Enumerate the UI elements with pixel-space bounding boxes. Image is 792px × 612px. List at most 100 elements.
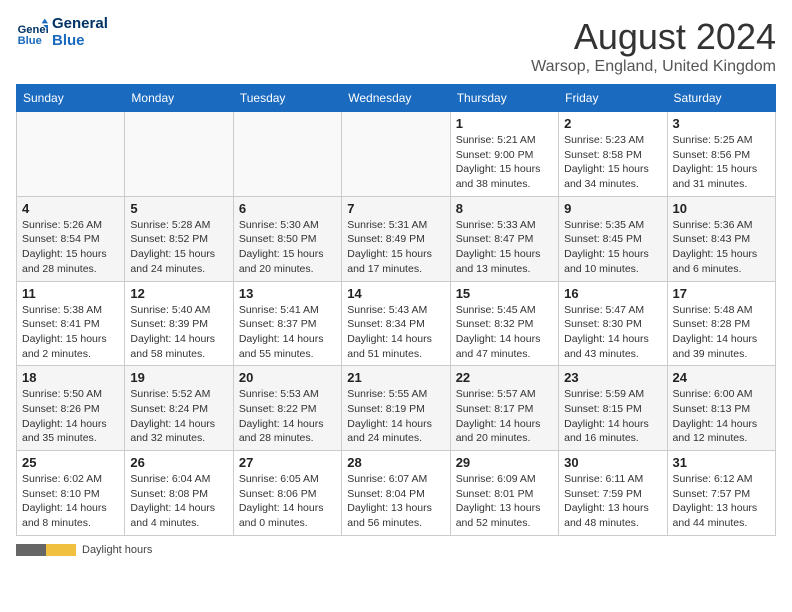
- day-info: Sunrise: 6:00 AMSunset: 8:13 PMDaylight:…: [673, 387, 770, 446]
- calendar-cell: 22Sunrise: 5:57 AMSunset: 8:17 PMDayligh…: [450, 366, 558, 451]
- legend-day: [46, 544, 76, 556]
- day-number: 30: [564, 455, 661, 470]
- title-area: August 2024 Warsop, England, United King…: [531, 16, 776, 76]
- location: Warsop, England, United Kingdom: [531, 58, 776, 76]
- calendar-header-wednesday: Wednesday: [342, 85, 450, 112]
- calendar-cell: 20 Sunrise: 5:53 AMSunset: 8:22 PMDayligh…: [233, 366, 341, 451]
- calendar-cell: 3 Sunrise: 5:25 AMSunset: 8:56 PMDaylight…: [667, 112, 775, 197]
- calendar-cell: 28Sunrise: 6:07 AMSunset: 8:04 PMDayligh…: [342, 451, 450, 536]
- calendar-header-tuesday: Tuesday: [233, 85, 341, 112]
- calendar-cell: 7 Sunrise: 5:31 AMSunset: 8:49 PMDaylight…: [342, 196, 450, 281]
- calendar-cell: [125, 112, 233, 197]
- day-number: 8: [456, 201, 553, 216]
- calendar-cell: 4Sunrise: 5:26 AMSunset: 8:54 PMDaylight…: [17, 196, 125, 281]
- calendar-week-5: 25 Sunrise: 6:02 AMSunset: 8:10 PMDayligh…: [17, 451, 776, 536]
- day-number: 2: [564, 116, 661, 131]
- day-info: Sunrise: 5:47 AMSunset: 8:30 PMDaylight:…: [564, 303, 661, 362]
- day-info: Sunrise: 5:41 AMSunset: 8:37 PMDaylight:…: [239, 303, 336, 362]
- day-info: Sunrise: 5:26 AMSunset: 8:54 PMDaylight:…: [22, 218, 119, 277]
- day-info: Sunrise: 5:40 AMSunset: 8:39 PMDaylight:…: [130, 303, 227, 362]
- day-number: 7: [347, 201, 444, 216]
- day-info: Sunrise: 5:31 AMSunset: 8:49 PMDaylight:…: [347, 218, 444, 277]
- calendar: SundayMondayTuesdayWednesdayThursdayFrid…: [16, 84, 776, 536]
- legend-bar: [16, 544, 76, 556]
- calendar-header-row: SundayMondayTuesdayWednesdayThursdayFrid…: [17, 85, 776, 112]
- logo-icon: General Blue: [16, 17, 48, 49]
- calendar-cell: 19 Sunrise: 5:52 AMSunset: 8:24 PMDayligh…: [125, 366, 233, 451]
- calendar-week-4: 18 Sunrise: 5:50 AMSunset: 8:26 PMDayligh…: [17, 366, 776, 451]
- day-info: Sunrise: 5:30 AMSunset: 8:50 PMDaylight:…: [239, 218, 336, 277]
- day-number: 23: [564, 370, 661, 385]
- day-number: 15: [456, 286, 553, 301]
- day-info: Sunrise: 5:43 AMSunset: 8:34 PMDaylight:…: [347, 303, 444, 362]
- legend-night: [16, 544, 46, 556]
- calendar-week-2: 4Sunrise: 5:26 AMSunset: 8:54 PMDaylight…: [17, 196, 776, 281]
- calendar-week-3: 11Sunrise: 5:38 AMSunset: 8:41 PMDayligh…: [17, 281, 776, 366]
- day-number: 25: [22, 455, 119, 470]
- logo-blue: Blue: [52, 33, 108, 50]
- day-number: 20: [239, 370, 336, 385]
- day-info: Sunrise: 5:53 AMSunset: 8:22 PMDaylight:…: [239, 387, 336, 446]
- calendar-cell: 31 Sunrise: 6:12 AMSunset: 7:57 PMDayligh…: [667, 451, 775, 536]
- day-info: Sunrise: 5:33 AMSunset: 8:47 PMDaylight:…: [456, 218, 553, 277]
- logo: General Blue General Blue: [16, 16, 108, 49]
- day-info: Sunrise: 5:25 AMSunset: 8:56 PMDaylight:…: [673, 133, 770, 192]
- header: General Blue General Blue August 2024 Wa…: [16, 16, 776, 76]
- day-info: Sunrise: 6:02 AMSunset: 8:10 PMDaylight:…: [22, 472, 119, 531]
- calendar-cell: [17, 112, 125, 197]
- calendar-cell: 21 Sunrise: 5:55 AMSunset: 8:19 PMDayligh…: [342, 366, 450, 451]
- calendar-cell: 27 Sunrise: 6:05 AMSunset: 8:06 PMDayligh…: [233, 451, 341, 536]
- day-number: 27: [239, 455, 336, 470]
- day-info: Sunrise: 6:04 AMSunset: 8:08 PMDaylight:…: [130, 472, 227, 531]
- day-number: 10: [673, 201, 770, 216]
- day-info: Sunrise: 5:21 AMSunset: 9:00 PMDaylight:…: [456, 133, 553, 192]
- day-info: Sunrise: 6:07 AMSunset: 8:04 PMDaylight:…: [347, 472, 444, 531]
- day-info: Sunrise: 5:36 AMSunset: 8:43 PMDaylight:…: [673, 218, 770, 277]
- calendar-cell: 10 Sunrise: 5:36 AMSunset: 8:43 PMDayligh…: [667, 196, 775, 281]
- svg-text:General: General: [18, 24, 48, 36]
- day-info: Sunrise: 6:12 AMSunset: 7:57 PMDaylight:…: [673, 472, 770, 531]
- calendar-cell: 15Sunrise: 5:45 AMSunset: 8:32 PMDayligh…: [450, 281, 558, 366]
- month-year: August 2024: [531, 16, 776, 58]
- day-number: 13: [239, 286, 336, 301]
- calendar-cell: 5Sunrise: 5:28 AMSunset: 8:52 PMDaylight…: [125, 196, 233, 281]
- day-number: 21: [347, 370, 444, 385]
- day-info: Sunrise: 5:52 AMSunset: 8:24 PMDaylight:…: [130, 387, 227, 446]
- day-info: Sunrise: 5:59 AMSunset: 8:15 PMDaylight:…: [564, 387, 661, 446]
- day-number: 6: [239, 201, 336, 216]
- daylight-label: Daylight hours: [82, 544, 152, 556]
- day-info: Sunrise: 5:23 AMSunset: 8:58 PMDaylight:…: [564, 133, 661, 192]
- calendar-cell: 9Sunrise: 5:35 AMSunset: 8:45 PMDaylight…: [559, 196, 667, 281]
- day-number: 29: [456, 455, 553, 470]
- day-number: 19: [130, 370, 227, 385]
- svg-text:Blue: Blue: [18, 35, 42, 47]
- calendar-cell: 30Sunrise: 6:11 AMSunset: 7:59 PMDayligh…: [559, 451, 667, 536]
- day-number: 31: [673, 455, 770, 470]
- calendar-cell: 12 Sunrise: 5:40 AMSunset: 8:39 PMDayligh…: [125, 281, 233, 366]
- calendar-header-thursday: Thursday: [450, 85, 558, 112]
- calendar-cell: 8 Sunrise: 5:33 AMSunset: 8:47 PMDaylight…: [450, 196, 558, 281]
- legend: Daylight hours: [16, 544, 776, 556]
- day-number: 26: [130, 455, 227, 470]
- calendar-cell: 24Sunrise: 6:00 AMSunset: 8:13 PMDayligh…: [667, 366, 775, 451]
- day-info: Sunrise: 5:55 AMSunset: 8:19 PMDaylight:…: [347, 387, 444, 446]
- calendar-cell: 17 Sunrise: 5:48 AMSunset: 8:28 PMDayligh…: [667, 281, 775, 366]
- calendar-cell: 23 Sunrise: 5:59 AMSunset: 8:15 PMDayligh…: [559, 366, 667, 451]
- day-info: Sunrise: 6:05 AMSunset: 8:06 PMDaylight:…: [239, 472, 336, 531]
- day-number: 17: [673, 286, 770, 301]
- calendar-header-sunday: Sunday: [17, 85, 125, 112]
- day-number: 3: [673, 116, 770, 131]
- day-number: 1: [456, 116, 553, 131]
- day-number: 12: [130, 286, 227, 301]
- calendar-cell: 26 Sunrise: 6:04 AMSunset: 8:08 PMDayligh…: [125, 451, 233, 536]
- day-number: 18: [22, 370, 119, 385]
- logo-general: General: [52, 16, 108, 33]
- day-info: Sunrise: 5:48 AMSunset: 8:28 PMDaylight:…: [673, 303, 770, 362]
- calendar-header-monday: Monday: [125, 85, 233, 112]
- calendar-cell: 25 Sunrise: 6:02 AMSunset: 8:10 PMDayligh…: [17, 451, 125, 536]
- day-info: Sunrise: 5:50 AMSunset: 8:26 PMDaylight:…: [22, 387, 119, 446]
- calendar-week-1: 1 Sunrise: 5:21 AMSunset: 9:00 PMDaylight…: [17, 112, 776, 197]
- calendar-cell: 11Sunrise: 5:38 AMSunset: 8:41 PMDayligh…: [17, 281, 125, 366]
- calendar-cell: 13 Sunrise: 5:41 AMSunset: 8:37 PMDayligh…: [233, 281, 341, 366]
- calendar-cell: 14Sunrise: 5:43 AMSunset: 8:34 PMDayligh…: [342, 281, 450, 366]
